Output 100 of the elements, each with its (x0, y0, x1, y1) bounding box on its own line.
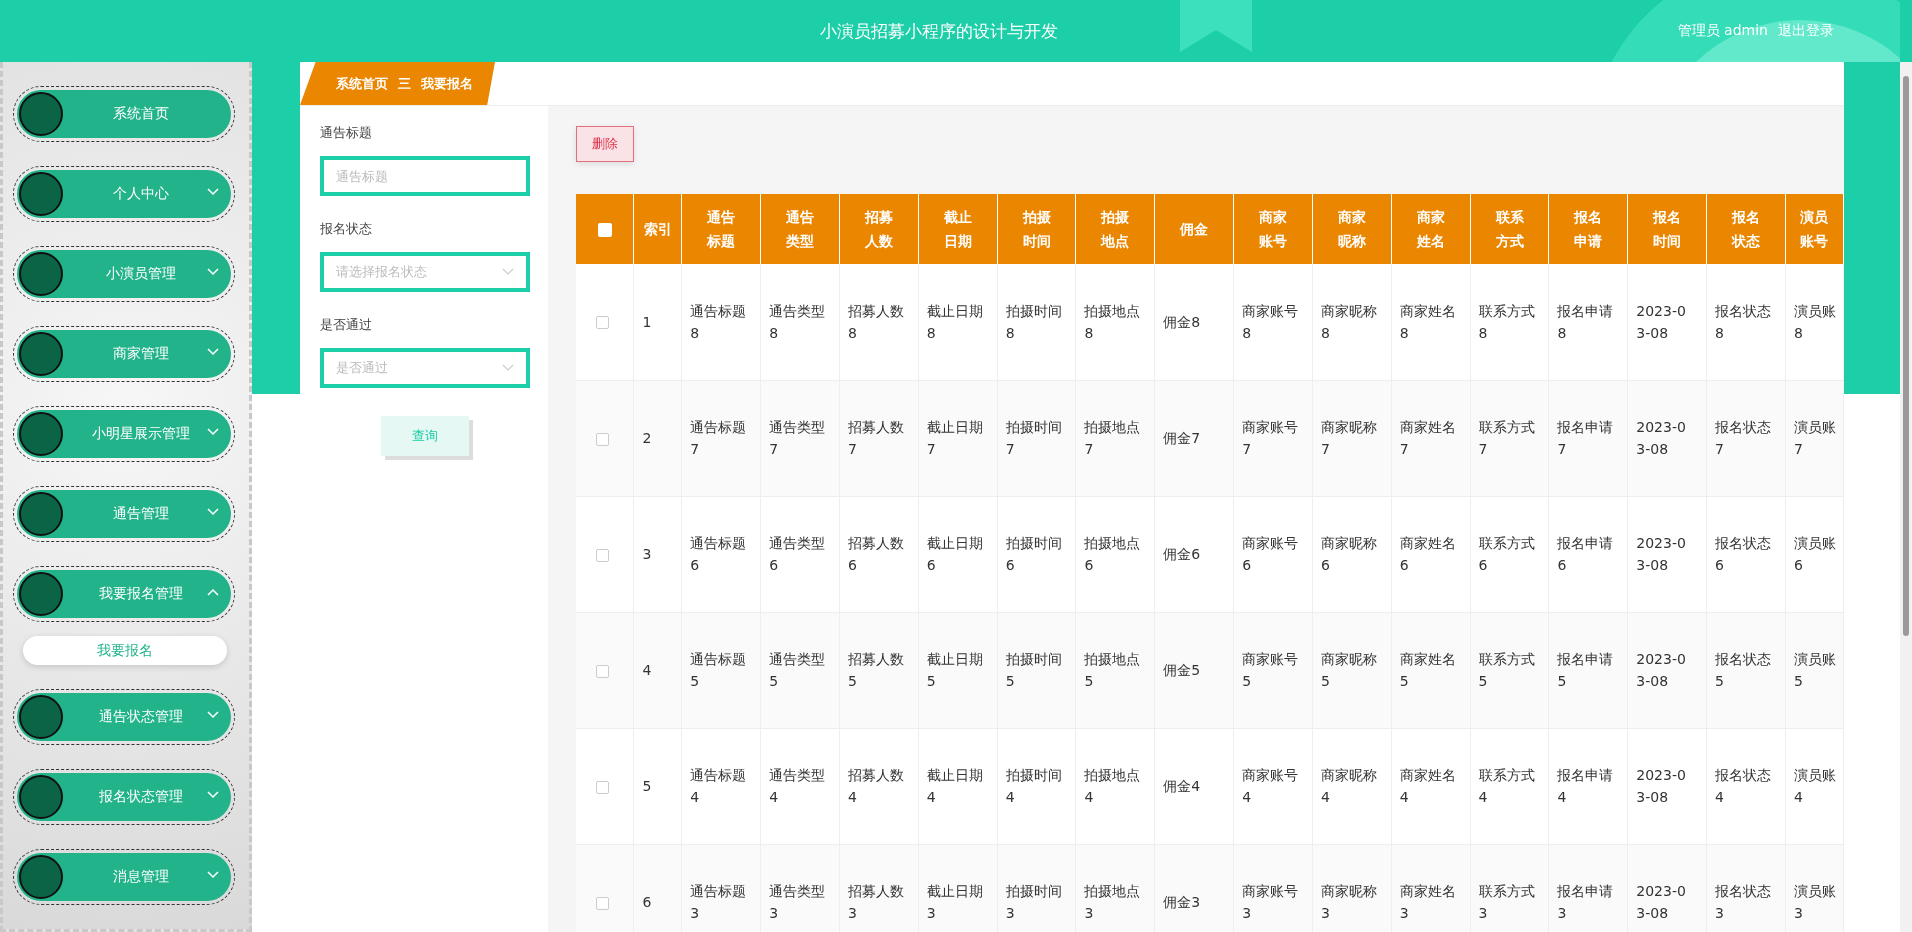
table-cell: 商家姓名4 (1391, 728, 1471, 844)
checkbox[interactable] (596, 316, 610, 330)
table-cell: 报名申请4 (1548, 728, 1628, 844)
table-cell: 联系方式6 (1470, 496, 1549, 612)
column-header: 招募人数 (839, 194, 919, 264)
submenu-item[interactable]: 我要报名 (23, 636, 227, 665)
filter-label: 通告标题 (320, 124, 373, 142)
menu-item[interactable]: 小明星展示管理 (17, 410, 231, 458)
table-cell: 演员账4 (1785, 728, 1844, 844)
menu-item[interactable]: 通告管理 (17, 490, 231, 538)
column-header: 索引 (633, 194, 682, 264)
checkbox[interactable] (596, 664, 610, 678)
checkbox[interactable] (596, 548, 610, 562)
table-cell: 商家账号3 (1233, 844, 1313, 932)
table-cell: 招募人数6 (839, 496, 919, 612)
table-cell: 截止日期8 (918, 264, 998, 380)
table-cell: 通告标题4 (681, 728, 761, 844)
input-field[interactable]: 通告标题 (320, 156, 530, 196)
menu-item[interactable]: 小演员管理 (17, 250, 231, 298)
table-cell: 演员账5 (1785, 612, 1844, 728)
menu-item[interactable]: 商家管理 (17, 330, 231, 378)
circle-icon (19, 855, 63, 899)
table-cell: 联系方式3 (1470, 844, 1549, 932)
table-cell: 通告类型3 (760, 844, 840, 932)
scrollbar[interactable] (1900, 62, 1912, 932)
menu-item[interactable]: 系统首页 (17, 90, 231, 138)
table-cell: 佣金3 (1154, 844, 1234, 932)
table-cell: 报名申请8 (1548, 264, 1628, 380)
table-cell: 报名申请5 (1548, 612, 1628, 728)
table-cell: 招募人数4 (839, 728, 919, 844)
table-cell: 演员账8 (1785, 264, 1844, 380)
table-cell: 报名状态8 (1706, 264, 1786, 380)
table-cell: 1 (633, 264, 682, 380)
column-header: 演员账号 (1785, 194, 1844, 264)
table-cell: 通告类型6 (760, 496, 840, 612)
user-name: 管理员 admin (1677, 22, 1768, 40)
table-cell: 通告标题7 (681, 380, 761, 496)
table-cell: 拍摄时间4 (997, 728, 1076, 844)
circle-icon (19, 572, 63, 616)
table-cell: 拍摄地点8 (1075, 264, 1155, 380)
table-cell: 联系方式5 (1470, 612, 1549, 728)
checkbox[interactable] (596, 432, 610, 446)
table-cell: 截止日期6 (918, 496, 998, 612)
table-cell: 商家昵称6 (1312, 496, 1392, 612)
table-cell: 演员账6 (1785, 496, 1844, 612)
chevron-down-icon (502, 364, 514, 372)
column-header: 通告类型 (760, 194, 840, 264)
table-cell: 通告标题6 (681, 496, 761, 612)
table-cell: 通告标题5 (681, 612, 761, 728)
table-cell: 佣金7 (1154, 380, 1234, 496)
table-cell: 商家昵称5 (1312, 612, 1392, 728)
menu-item[interactable]: 消息管理 (17, 853, 231, 901)
menu-item[interactable]: 我要报名管理 (17, 570, 231, 618)
checkbox[interactable] (596, 896, 610, 910)
table-cell: 联系方式7 (1470, 380, 1549, 496)
table-cell: 2023-03-08 (1627, 728, 1707, 844)
logout-link[interactable]: 退出登录 (1778, 22, 1834, 40)
column-header: 商家姓名 (1391, 194, 1471, 264)
breadcrumb-link[interactable]: 系统首页 (336, 74, 388, 93)
table-cell: 截止日期7 (918, 380, 998, 496)
breadcrumb-link[interactable]: 我要报名 (421, 74, 473, 93)
circle-icon (19, 695, 63, 739)
table-cell: 报名申请7 (1548, 380, 1628, 496)
table-cell: 商家昵称4 (1312, 728, 1392, 844)
table-cell: 拍摄时间3 (997, 844, 1076, 932)
table-cell: 招募人数3 (839, 844, 919, 932)
table-cell: 截止日期3 (918, 844, 998, 932)
table-cell: 报名申请3 (1548, 844, 1628, 932)
table-cell: 截止日期5 (918, 612, 998, 728)
table-cell: 报名状态7 (1706, 380, 1786, 496)
table-cell: 商家账号6 (1233, 496, 1313, 612)
table-cell: 2 (633, 380, 682, 496)
table-cell: 演员账3 (1785, 844, 1844, 932)
checkbox[interactable] (597, 223, 612, 237)
table-cell: 商家昵称7 (1312, 380, 1392, 496)
table-cell: 报名状态4 (1706, 728, 1786, 844)
table-cell: 商家姓名7 (1391, 380, 1471, 496)
select-field[interactable]: 是否通过 (320, 348, 530, 388)
menu-item[interactable]: 报名状态管理 (17, 773, 231, 821)
table-cell: 通告类型4 (760, 728, 840, 844)
table-cell: 通告标题8 (681, 264, 761, 380)
delete-button[interactable]: 删除 (576, 126, 634, 162)
menu-item[interactable]: 个人中心 (17, 170, 231, 218)
table-cell: 拍摄时间5 (997, 612, 1076, 728)
table-cell: 3 (633, 496, 682, 612)
column-header: 报名申请 (1548, 194, 1628, 264)
circle-icon (19, 775, 63, 819)
filter-label: 报名状态 (320, 220, 373, 238)
table-cell: 联系方式4 (1470, 728, 1549, 844)
chevron-down-icon (502, 268, 514, 276)
table-cell: 2023-03-08 (1627, 496, 1707, 612)
table-cell: 报名状态6 (1706, 496, 1786, 612)
menu-item[interactable]: 通告状态管理 (17, 693, 231, 741)
column-header: 商家账号 (1233, 194, 1313, 264)
table-cell: 拍摄地点5 (1075, 612, 1155, 728)
table-cell: 报名状态5 (1706, 612, 1786, 728)
table-cell: 商家账号8 (1233, 264, 1313, 380)
select-field[interactable]: 请选择报名状态 (320, 252, 530, 292)
table-cell: 通告类型5 (760, 612, 840, 728)
checkbox[interactable] (596, 780, 610, 794)
